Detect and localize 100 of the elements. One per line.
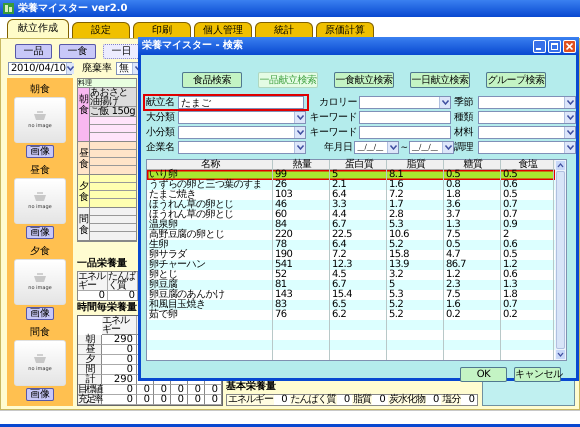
dropdown[interactable] (478, 111, 576, 124)
caret-icon (566, 145, 574, 150)
table-row[interactable]: 温泉卵 84 6.7 5.3 1.3 0.9 (147, 220, 555, 230)
field-label: 献立名 (146, 97, 176, 108)
table-row[interactable]: 高野豆腐の卵とじ 220 22.5 10.6 7.5 2 (147, 230, 555, 240)
table-row[interactable]: 卵とじ 52 4.5 3.2 1.2 0.6 (147, 270, 555, 280)
table-row[interactable]: ほうれん草の卵とじ 60 4.4 2.8 3.7 0.7 (147, 210, 555, 220)
table-cell: 0 (188, 395, 205, 405)
row-header: 夕 (78, 355, 102, 365)
caret-icon (566, 100, 574, 105)
search-type-button[interactable]: グループ検索 (486, 72, 546, 88)
image-button[interactable]: 画像 (26, 306, 54, 320)
table-row[interactable]: たまご焼き 103 6.4 7.2 1.8 0.5 (147, 190, 555, 200)
row-header: 間 (78, 365, 102, 375)
tab[interactable]: 原価計算 (316, 22, 374, 38)
dropdown[interactable] (178, 111, 306, 124)
table-cell: 0 (137, 395, 154, 405)
field-label: 年月日 (322, 142, 352, 153)
input-field[interactable]: たまご (178, 96, 304, 109)
table-cell: 0 (171, 385, 188, 395)
tab[interactable]: 統計 (255, 22, 313, 38)
maximize-button[interactable] (548, 40, 561, 52)
dropdown[interactable] (178, 141, 306, 154)
bowl-icon (34, 272, 46, 282)
caret-icon (390, 145, 397, 150)
table-row[interactable]: いり卵 99 5 8.1 0.5 0.5 (147, 170, 555, 180)
meal-label: 朝食 (78, 88, 90, 141)
table-row[interactable]: ほうれん草の卵とじ 46 3.3 1.7 3.6 0.7 (147, 200, 555, 210)
dropdown[interactable] (178, 126, 306, 139)
table-row[interactable]: うずらの卵と三つ葉のすま 26 2.1 1.6 0.8 0.6 (147, 180, 555, 190)
column-header: たんぱく質 (290, 395, 337, 405)
dropdown[interactable] (478, 141, 576, 154)
search-type-button[interactable]: 食品検索 (182, 72, 242, 88)
tab[interactable]: 個人管理 (194, 22, 252, 38)
mode-button[interactable]: 一食 (59, 44, 96, 59)
table-cell: 0 (372, 395, 388, 405)
table-row[interactable]: 卵チャーハン 541 12.3 13.9 86.7 1.2 (147, 260, 555, 270)
image-button[interactable]: 画像 (26, 388, 54, 400)
row-header: 目標値 (78, 385, 102, 395)
close-button[interactable] (563, 40, 576, 52)
table-row[interactable]: 卵サラダ 190 7.2 15.8 4.7 0.5 (147, 250, 555, 260)
table-cell: 290 (102, 335, 137, 345)
caret-icon (566, 130, 574, 135)
column-header: エネルギー (102, 316, 137, 335)
table-cell: 0 (102, 355, 137, 365)
row-header: 計 (78, 375, 102, 385)
maximize-icon (551, 42, 558, 50)
search-type-button[interactable]: 一日献立検索 (410, 72, 470, 88)
table-cell: 0 (274, 395, 290, 405)
scrollbar-thumb[interactable] (556, 171, 565, 349)
dropdown[interactable] (478, 126, 576, 139)
field-label: キーワード (309, 127, 357, 138)
meal-label: 昼食 (78, 142, 90, 174)
row-header: 朝 (78, 335, 102, 345)
tab[interactable]: 印刷 (133, 22, 191, 38)
field-label: 材料 (454, 127, 474, 138)
image-button[interactable]: 画像 (26, 226, 54, 238)
range-separator: ~ (400, 142, 408, 152)
tab[interactable]: 設定 (72, 22, 130, 38)
field-label: キーワード (309, 112, 357, 123)
caret-icon (296, 115, 304, 120)
dialog-button[interactable]: キャンセル (514, 367, 561, 382)
row-header: 昼 (78, 345, 102, 355)
dropdown[interactable]: 2010/04/10 (8, 62, 72, 75)
meal-label: 間食 (78, 208, 90, 240)
bowl-icon (34, 192, 46, 202)
dropdown[interactable] (359, 96, 451, 109)
dropdown[interactable] (478, 96, 576, 109)
minimize-button[interactable] (533, 40, 546, 52)
input-field[interactable] (359, 111, 451, 124)
search-type-button[interactable]: 一食献立検索 (334, 72, 394, 88)
image-button[interactable]: 画像 (26, 144, 54, 158)
table-cell: 0 (205, 395, 222, 405)
input-field[interactable] (359, 126, 451, 139)
field-label: 季節 (454, 97, 474, 108)
section-title: 時間毎栄養量 (77, 302, 137, 314)
section-title: 基本栄養量 (226, 381, 276, 393)
table-row[interactable]: 卵豆腐 81 6.7 5 2.3 1.3 (147, 280, 555, 290)
table-row[interactable]: 茹で卵 76 6.2 5.2 0.2 0.2 (147, 310, 555, 320)
table-cell: 290 (102, 375, 137, 385)
mode-button[interactable]: 一品 (15, 44, 52, 59)
scrollbar[interactable] (555, 160, 566, 360)
table-cell: 0 (78, 291, 108, 300)
table-row[interactable]: 和風目玉焼き 83 6.5 5.2 1.6 0.7 (147, 300, 555, 310)
mode-button[interactable]: 一日 (103, 44, 140, 59)
table-cell: 0 (102, 395, 137, 405)
meal-label: 昼食 (30, 164, 50, 176)
field-label: 調理 (454, 142, 474, 153)
column-header: エネルギー (227, 395, 274, 405)
dialog-button[interactable]: OK (460, 367, 507, 382)
field-label: 企業名 (146, 142, 176, 153)
table-cell: ご飯 150g (90, 107, 136, 117)
table-row[interactable]: 卵豆腐のあんかけ 143 15.4 5.3 7.5 1.8 (147, 290, 555, 300)
table-row[interactable]: 生卵 78 6.4 5.2 0.5 0.6 (147, 240, 555, 250)
window-title: 栄養マイスター - 検索 (142, 40, 244, 52)
tab[interactable]: 献立作成 (7, 19, 69, 38)
field-label: 廃棄率 (82, 62, 112, 74)
table-cell: 0 (188, 385, 205, 395)
bowl-icon (34, 110, 46, 120)
table-cell: 0 (137, 385, 154, 395)
